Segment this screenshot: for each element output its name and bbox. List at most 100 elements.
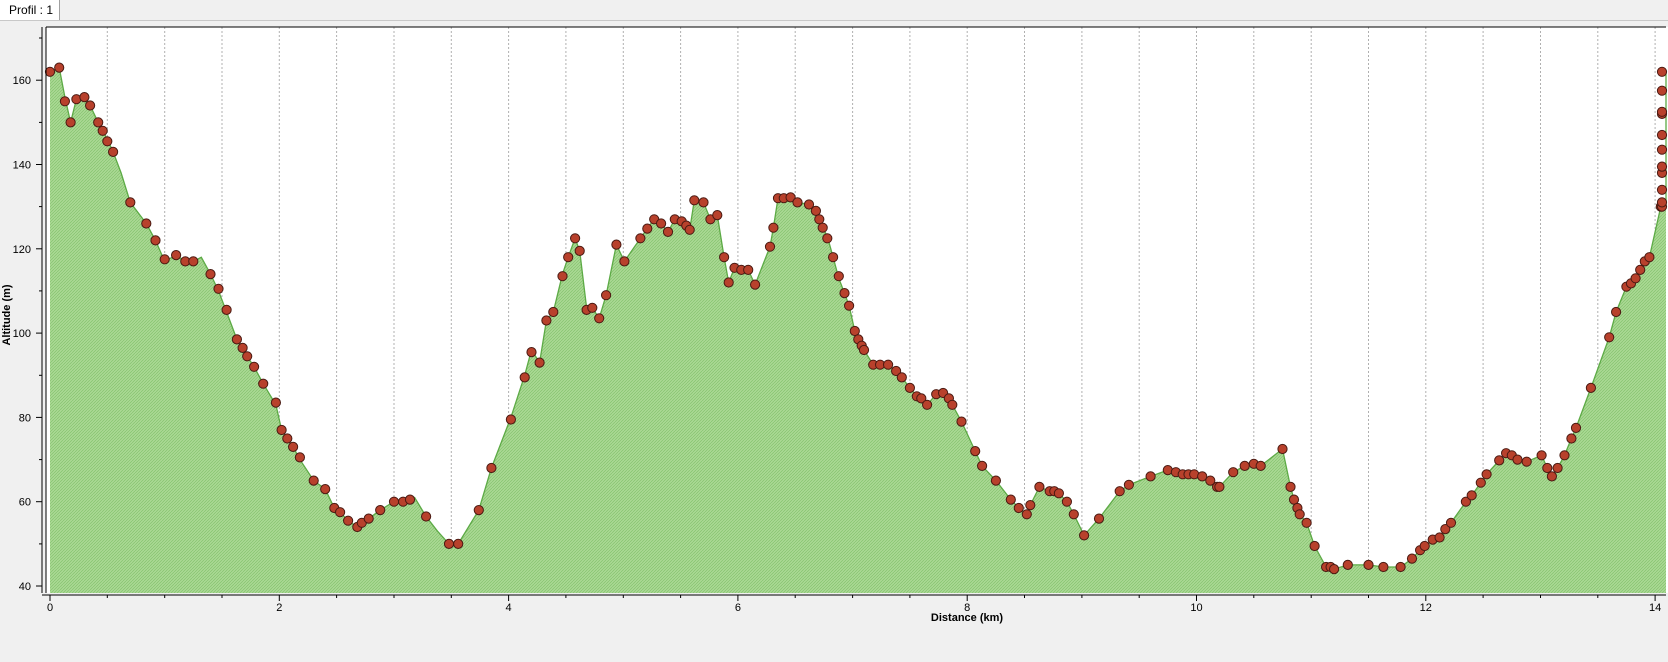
x-tick-label: 12 [1420, 602, 1432, 614]
data-point [833, 271, 844, 282]
data-point [844, 300, 855, 311]
y-tick-label: 160 [13, 75, 31, 87]
data-point [276, 424, 287, 436]
data-point [601, 290, 612, 301]
data-point [947, 399, 958, 410]
data-point [534, 357, 545, 368]
data-point [282, 433, 293, 444]
data-point [1053, 488, 1065, 499]
data-point [1021, 509, 1032, 520]
data-point [44, 66, 56, 77]
data-point [858, 344, 870, 356]
data-point [54, 62, 65, 73]
data-point [320, 484, 331, 495]
data-point [213, 283, 224, 294]
data-point [1114, 486, 1125, 497]
data-point [642, 223, 653, 234]
data-point [849, 325, 860, 337]
data-point [270, 397, 281, 408]
data-point [1255, 460, 1266, 471]
data-point [1025, 500, 1036, 511]
data-point [1466, 490, 1477, 501]
data-point [1406, 553, 1418, 564]
data-point [557, 271, 568, 282]
data-point [125, 197, 136, 208]
x-tick-label: 14 [1649, 602, 1661, 614]
data-point [1093, 513, 1105, 524]
data-point [335, 507, 346, 518]
data-point [956, 416, 967, 427]
data-point [1552, 462, 1563, 474]
data-point [750, 279, 761, 290]
data-point [723, 277, 734, 288]
data-point [792, 197, 803, 208]
data-point [594, 313, 605, 324]
x-tick-label: 0 [47, 602, 53, 614]
data-point [505, 414, 516, 425]
data-point [108, 146, 119, 157]
data-point [990, 475, 1002, 486]
data-point [1611, 306, 1622, 318]
data-point [1656, 197, 1668, 208]
data-point [548, 306, 559, 318]
data-point [1301, 517, 1312, 528]
data-point [1395, 561, 1406, 573]
data-point [171, 250, 182, 261]
data-point [1656, 106, 1668, 117]
data-point [1034, 481, 1045, 492]
data-point [388, 496, 400, 507]
data-point [221, 304, 232, 315]
data-point [237, 342, 248, 353]
data-point [93, 117, 104, 128]
data-point [188, 256, 199, 267]
x-tick-label: 2 [276, 602, 282, 614]
y-tick-label: 100 [13, 328, 31, 340]
data-point [970, 446, 981, 457]
data-point [375, 505, 386, 516]
data-point [1434, 532, 1445, 543]
data-point [904, 382, 916, 393]
data-point [1061, 496, 1073, 507]
data-point [611, 239, 622, 250]
data-point [689, 195, 700, 206]
data-point [839, 288, 850, 299]
data-point [294, 452, 305, 463]
data-point [563, 252, 574, 263]
data-point [1559, 450, 1570, 461]
x-tick-label: 4 [506, 602, 512, 614]
data-point [1566, 433, 1577, 444]
y-tick-label: 80 [19, 412, 31, 424]
data-point [619, 256, 630, 267]
data-point [141, 218, 152, 229]
data-point [421, 511, 432, 522]
data-point [288, 441, 299, 452]
x-axis-label: Distance (km) [931, 612, 1003, 624]
data-point [1656, 66, 1668, 77]
data-point [1542, 462, 1553, 474]
data-point [1214, 481, 1225, 492]
data-point [1630, 273, 1641, 284]
data-point [102, 136, 113, 147]
tab-profil-1[interactable]: Profil : 1 [0, 0, 61, 20]
data-point [1145, 471, 1156, 482]
y-tick-label: 60 [19, 497, 31, 509]
data-point [65, 117, 76, 128]
data-point [977, 460, 988, 471]
data-point [159, 254, 170, 265]
data-point [1378, 561, 1389, 573]
data-point [1123, 479, 1135, 490]
data-point [1656, 184, 1668, 195]
data-point [453, 538, 464, 550]
data-point [1239, 460, 1250, 471]
data-point [1445, 517, 1457, 528]
data-point [473, 505, 484, 516]
data-point [1546, 471, 1558, 482]
data-point [1068, 509, 1079, 520]
data-point [363, 513, 374, 524]
data-point [1013, 502, 1024, 514]
data-point [662, 226, 674, 237]
data-point [635, 233, 646, 244]
data-point [574, 245, 585, 256]
data-point [242, 351, 253, 362]
data-point [85, 100, 96, 111]
